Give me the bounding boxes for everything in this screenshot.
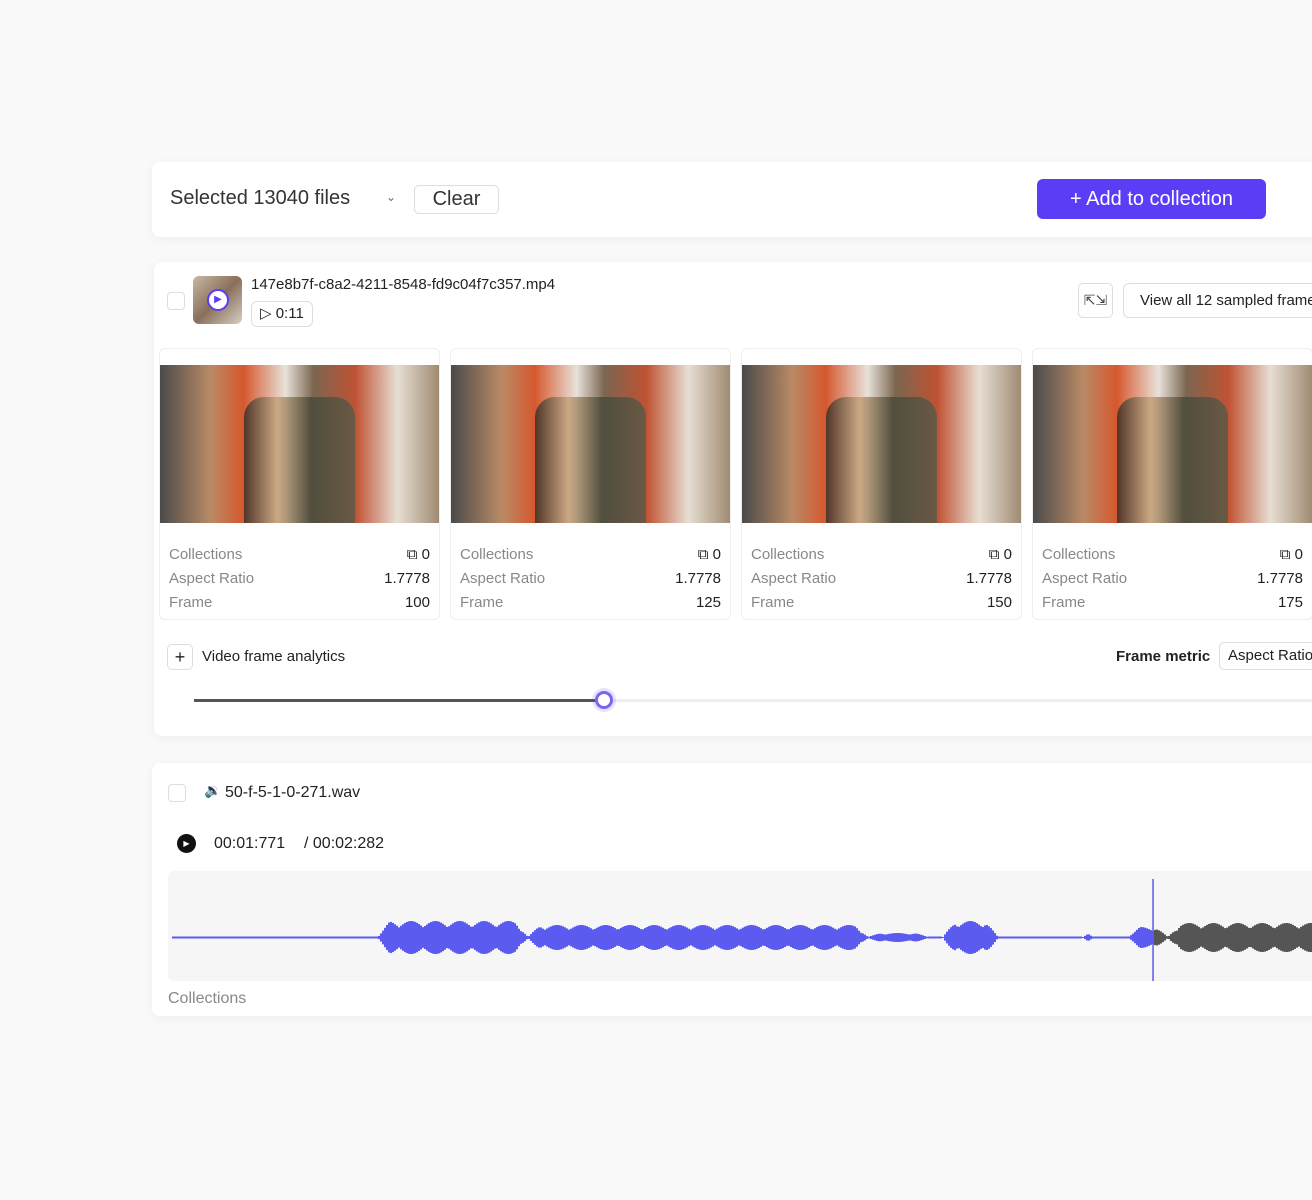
analytics-label: Video frame analytics: [202, 648, 346, 665]
aspect-ratio-value: 1.7778: [1257, 570, 1303, 587]
audio-file-icon: 🔉: [204, 782, 222, 798]
frame-image[interactable]: [160, 365, 439, 523]
selection-toolbar: Selected 13040 files ⌄ Clear + Add to co…: [152, 162, 1312, 237]
video-item-card: ▶ 147e8b7f-c8a2-4211-8548-fd9c04f7c357.m…: [154, 262, 1312, 736]
frame-card[interactable]: Collections ⧉ 0 Aspect Ratio 1.7778 Frame 1…: [159, 348, 440, 620]
select-checkbox[interactable]: [167, 292, 185, 310]
frame-value: 150: [986, 594, 1012, 611]
selected-count[interactable]: Selected 13040 files: [170, 187, 350, 210]
collection-icon: ⧉: [406, 546, 418, 563]
file-name: 147e8b7f-c8a2-4211-8548-fd9c04f7c357.mp4: [251, 276, 556, 293]
frame-value: 125: [695, 594, 721, 611]
frame-metric-select[interactable]: Aspect Ratio: [1219, 642, 1312, 670]
frame-label: Frame: [1042, 594, 1086, 611]
waveform[interactable]: [168, 871, 1312, 981]
clear-button[interactable]: Clear: [414, 185, 499, 214]
collections-count: 0: [712, 546, 721, 563]
view-all-frames-button[interactable]: View all 12 sampled frames: [1123, 283, 1312, 318]
aspect-ratio-value: 1.7778: [384, 570, 430, 587]
frame-metric-label: Frame metric: [1116, 648, 1211, 665]
duration-badge: ▷ 0:11: [251, 301, 313, 327]
collections-label: Collections: [460, 546, 534, 563]
aspect-ratio-value: 1.7778: [675, 570, 721, 587]
collection-icon: ⧉: [1279, 546, 1291, 563]
frame-label: Frame: [751, 594, 795, 611]
frame-card[interactable]: Collections ⧉ 0 Aspect Ratio 1.7778 Frame 1…: [741, 348, 1022, 620]
frame-slider[interactable]: [194, 691, 1312, 709]
frame-image[interactable]: [1033, 365, 1312, 523]
file-name: 50-f-5-1-0-271.wav: [225, 784, 361, 801]
current-time: 00:01:771: [214, 835, 286, 852]
aspect-ratio-label: Aspect Ratio: [460, 570, 546, 587]
aspect-ratio-value: 1.7778: [966, 570, 1012, 587]
collections-label: Collections: [168, 990, 247, 1007]
aspect-ratio-label: Aspect Ratio: [751, 570, 837, 587]
collections-label: Collections: [169, 546, 243, 563]
collections-count: 0: [421, 546, 430, 563]
collections-label: Collections: [751, 546, 825, 563]
frame-image[interactable]: [451, 365, 730, 523]
collections-count: 0: [1003, 546, 1012, 563]
total-time: / 00:02:282: [304, 835, 385, 852]
frame-label: Frame: [169, 594, 213, 611]
frame-label: Frame: [460, 594, 504, 611]
frame-value: 175: [1277, 594, 1303, 611]
frame-value: 100: [404, 594, 430, 611]
chevron-down-icon[interactable]: ⌄: [386, 190, 396, 204]
aspect-ratio-label: Aspect Ratio: [1042, 570, 1128, 587]
video-thumbnail[interactable]: ▶: [193, 276, 242, 324]
play-button[interactable]: ▶: [177, 834, 196, 853]
frame-image[interactable]: [742, 365, 1021, 523]
add-to-collection-button[interactable]: + Add to collection: [1037, 179, 1266, 219]
collections-count: 0: [1294, 546, 1303, 563]
play-icon[interactable]: ▶: [207, 289, 229, 311]
collections-label: Collections: [1042, 546, 1116, 563]
collection-icon: ⧉: [988, 546, 1000, 563]
add-analytics-button[interactable]: +: [167, 644, 193, 670]
aspect-ratio-label: Aspect Ratio: [169, 570, 255, 587]
audio-item-card: 🔉 50-f-5-1-0-271.wav ▶ 00:01:771 / 00:02…: [152, 763, 1312, 1016]
slider-handle[interactable]: [594, 691, 613, 709]
duration: 0:11: [275, 305, 304, 322]
frame-card[interactable]: Collections ⧉ 0 Aspect Ratio 1.7778 Frame 1…: [1032, 348, 1312, 620]
collection-icon: ⧉: [697, 546, 709, 563]
select-checkbox[interactable]: [168, 784, 186, 802]
play-circle-icon: ▷: [260, 305, 272, 322]
frame-card[interactable]: Collections ⧉ 0 Aspect Ratio 1.7778 Frame 1…: [450, 348, 731, 620]
expand-icon[interactable]: ⇱⇲: [1078, 283, 1113, 318]
slider-fill: [194, 699, 604, 702]
